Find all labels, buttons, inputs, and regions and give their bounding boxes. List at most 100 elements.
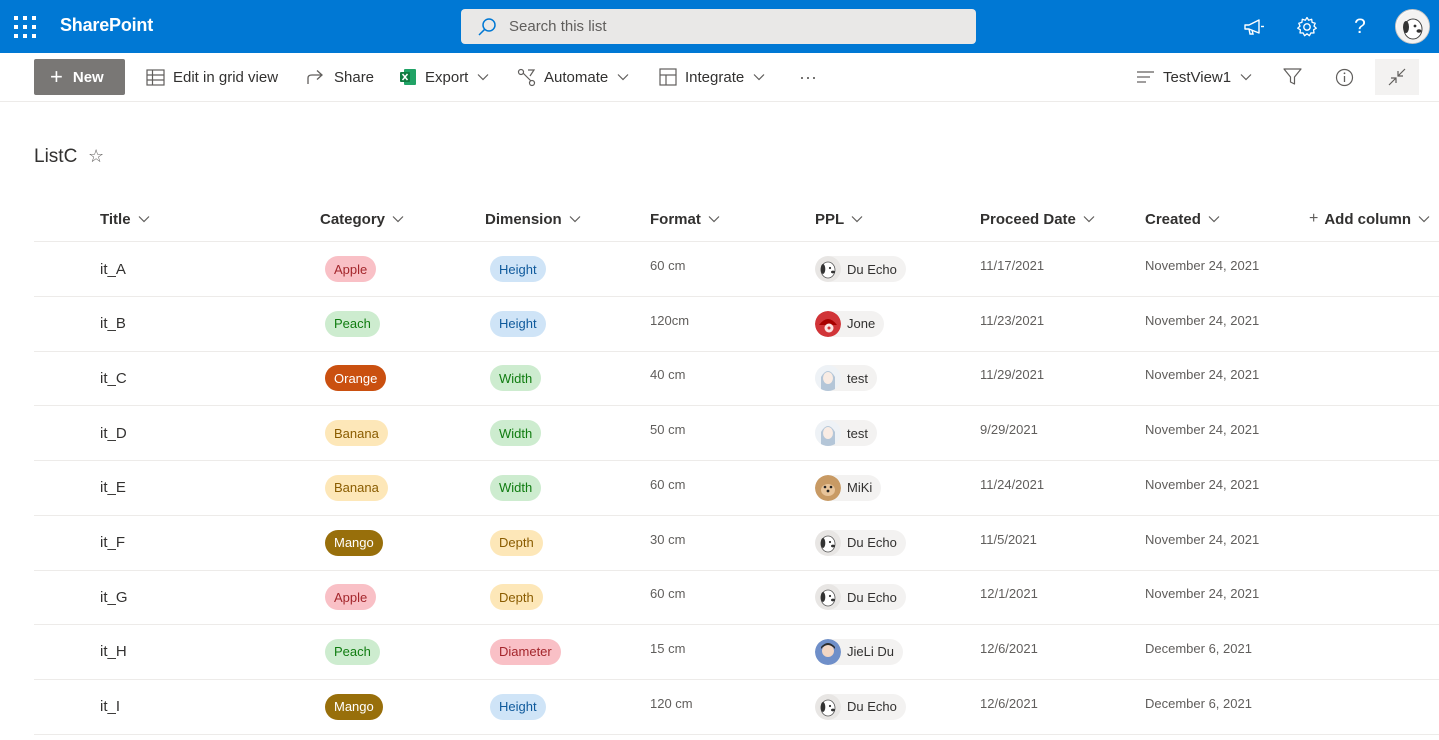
person-avatar bbox=[815, 310, 841, 337]
chevron-down-icon bbox=[851, 216, 863, 223]
more-options-button[interactable]: ··· bbox=[799, 59, 817, 95]
cell-ppl: test bbox=[815, 406, 877, 460]
app-launcher-icon[interactable] bbox=[14, 16, 36, 38]
export-label: Export bbox=[425, 68, 469, 86]
chevron-down-icon bbox=[617, 74, 629, 81]
column-header-category[interactable]: Category bbox=[320, 196, 404, 242]
table-row[interactable]: it_E Banana Width 60 cm MiKi 11/24/2021 Novemb… bbox=[34, 461, 1439, 516]
column-header-title[interactable]: Title bbox=[100, 196, 150, 242]
dimension-pill: Diameter bbox=[490, 638, 561, 665]
new-button[interactable]: + New bbox=[34, 59, 125, 95]
collapse-icon[interactable] bbox=[1375, 59, 1419, 95]
info-icon[interactable] bbox=[1331, 64, 1357, 90]
cell-proceed-date: 11/5/2021 bbox=[980, 531, 1037, 547]
person-avatar bbox=[815, 474, 841, 501]
cell-title[interactable]: it_B bbox=[100, 297, 126, 351]
app-name[interactable]: SharePoint bbox=[60, 15, 153, 36]
table-row[interactable]: it_D Banana Width 50 cm test 9/29/2021 Novembe… bbox=[34, 406, 1439, 462]
share-label: Share bbox=[334, 68, 375, 86]
category-pill: Mango bbox=[325, 529, 383, 556]
cell-category: Banana bbox=[325, 406, 388, 460]
filter-icon[interactable] bbox=[1279, 64, 1305, 90]
column-header-ppl-label: PPL bbox=[815, 210, 845, 228]
cell-title[interactable]: it_E bbox=[100, 461, 126, 515]
person-persona[interactable]: Du Echo bbox=[815, 256, 906, 282]
automate-button[interactable]: Automate bbox=[517, 59, 629, 95]
chevron-down-icon bbox=[753, 74, 765, 81]
cell-dimension: Width bbox=[490, 351, 542, 405]
cell-dimension: Width bbox=[490, 461, 542, 515]
cell-created: November 24, 2021 bbox=[1145, 476, 1260, 492]
cell-format: 60 cm bbox=[650, 476, 686, 492]
cell-title[interactable]: it_I bbox=[100, 680, 120, 734]
cell-created: December 6, 2021 bbox=[1145, 640, 1252, 656]
cell-title[interactable]: it_C bbox=[100, 351, 127, 405]
cell-dimension: Diameter bbox=[490, 625, 561, 679]
cell-format: 60 cm bbox=[650, 586, 686, 602]
person-persona[interactable]: Du Echo bbox=[815, 584, 906, 611]
edit-grid-view-button[interactable]: Edit in grid view bbox=[146, 59, 278, 95]
person-name: test bbox=[847, 425, 868, 441]
table-row[interactable]: it_B Peach Height 120cm Jone 11/23/2021 Novemb… bbox=[34, 297, 1439, 352]
cell-ppl: Du Echo bbox=[815, 570, 906, 624]
user-avatar[interactable] bbox=[1395, 9, 1430, 44]
cell-format: 60 cm bbox=[650, 258, 686, 273]
person-persona[interactable]: Jone bbox=[815, 310, 885, 337]
cell-ppl: test bbox=[815, 351, 877, 405]
person-persona[interactable]: test bbox=[815, 420, 877, 447]
column-header-ppl[interactable]: PPL bbox=[815, 196, 863, 242]
table-row[interactable]: it_F Mango Depth 30 cm Du Echo 11/5/2021 Novem… bbox=[34, 516, 1439, 571]
cell-category: Apple bbox=[325, 570, 377, 624]
column-header-proceed-date[interactable]: Proceed Date bbox=[980, 196, 1095, 242]
search-box[interactable] bbox=[461, 9, 976, 44]
table-row[interactable]: it_C Orange Width 40 cm test 11/29/2021 Novemb… bbox=[34, 351, 1439, 407]
cell-created: November 24, 2021 bbox=[1145, 531, 1260, 547]
column-header-created[interactable]: Created bbox=[1145, 196, 1220, 242]
cell-category: Peach bbox=[325, 625, 380, 679]
integrate-button[interactable]: Integrate bbox=[659, 59, 765, 95]
column-header-dimension[interactable]: Dimension bbox=[485, 196, 581, 242]
table-row[interactable]: it_A Apple Height 60 cm Du Echo 11/17/2021 Nov… bbox=[34, 242, 1439, 297]
column-header-format-label: Format bbox=[650, 210, 701, 228]
cell-proceed-date: 11/24/2021 bbox=[980, 476, 1045, 492]
person-name: test bbox=[847, 370, 868, 386]
favorite-star-icon[interactable]: ☆ bbox=[88, 146, 104, 167]
category-pill: Peach bbox=[325, 310, 380, 337]
share-button[interactable]: Share bbox=[307, 59, 374, 95]
person-name: Du Echo bbox=[847, 261, 897, 277]
search-icon bbox=[478, 18, 496, 36]
cell-category: Peach bbox=[325, 297, 380, 351]
megaphone-icon[interactable] bbox=[1240, 13, 1268, 41]
person-persona[interactable]: JieLi Du bbox=[815, 638, 903, 665]
dimension-pill: Depth bbox=[490, 529, 543, 556]
cell-created: November 24, 2021 bbox=[1145, 258, 1260, 273]
cell-title[interactable]: it_F bbox=[100, 516, 125, 570]
share-icon bbox=[307, 69, 323, 84]
column-header-category-label: Category bbox=[320, 210, 386, 228]
person-name: Du Echo bbox=[847, 589, 897, 605]
category-pill: Banana bbox=[325, 420, 388, 447]
table-row[interactable]: it_G Apple Depth 60 cm Du Echo 12/1/2021 Novem… bbox=[34, 570, 1439, 626]
cell-title[interactable]: it_G bbox=[100, 570, 128, 624]
cell-category: Orange bbox=[325, 351, 387, 405]
person-persona[interactable]: Du Echo bbox=[815, 693, 906, 720]
person-persona[interactable]: test bbox=[815, 365, 877, 392]
cell-title[interactable]: it_A bbox=[100, 242, 126, 296]
person-persona[interactable]: MiKi bbox=[815, 474, 882, 501]
person-persona[interactable]: Du Echo bbox=[815, 529, 906, 556]
cell-title[interactable]: it_D bbox=[100, 406, 127, 460]
settings-gear-icon[interactable] bbox=[1293, 13, 1321, 41]
export-button[interactable]: Export bbox=[399, 59, 489, 95]
cell-created: November 24, 2021 bbox=[1145, 586, 1260, 602]
dimension-pill: Height bbox=[490, 310, 546, 337]
cell-title[interactable]: it_H bbox=[100, 625, 127, 679]
table-row[interactable]: it_I Mango Height 120 cm Du Echo 12/6/2021 Dec… bbox=[34, 680, 1439, 735]
help-icon[interactable]: ? bbox=[1346, 13, 1374, 41]
category-pill: Apple bbox=[325, 256, 377, 282]
table-row[interactable]: it_H Peach Diameter 15 cm JieLi Du 12/6/2021 D… bbox=[34, 625, 1439, 680]
cell-created: November 24, 2021 bbox=[1145, 367, 1260, 383]
search-input[interactable] bbox=[509, 9, 949, 44]
column-header-format[interactable]: Format bbox=[650, 196, 720, 242]
view-switcher[interactable]: TestView1 bbox=[1136, 59, 1252, 95]
add-column-button[interactable]: + Add column bbox=[1309, 196, 1430, 242]
